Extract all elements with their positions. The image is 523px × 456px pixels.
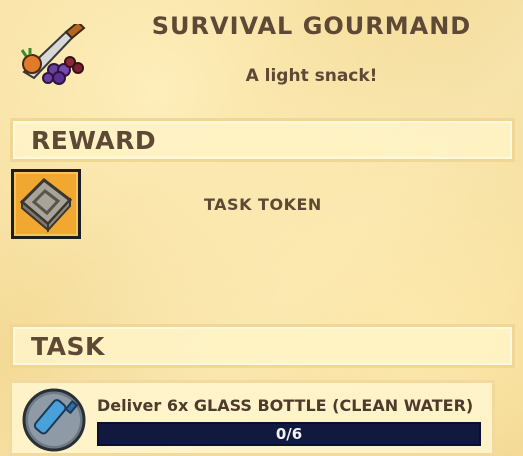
task-heading: TASK [31, 332, 105, 361]
task-token-icon [19, 178, 73, 233]
reward-heading: REWARD [31, 126, 157, 155]
task-section-header: TASK [10, 324, 515, 368]
quest-title: SURVIVAL GOURMAND [151, 12, 472, 40]
quest-header: SURVIVAL GOURMAND A light snack! [0, 0, 523, 108]
quest-subtitle: A light snack! [245, 66, 378, 86]
task-progress-text: 0/6 [275, 425, 303, 443]
task-progress-bar: 0/6 [97, 422, 481, 446]
knife-and-fruit-icon [20, 24, 86, 85]
reward-item-slot[interactable] [11, 169, 81, 239]
reward-item-name: TASK TOKEN [204, 195, 322, 214]
task-description: Deliver 6x GLASS BOTTLE (CLEAN WATER) [97, 396, 474, 415]
reward-section-header: REWARD [10, 118, 515, 162]
glass-bottle-icon [22, 388, 86, 452]
